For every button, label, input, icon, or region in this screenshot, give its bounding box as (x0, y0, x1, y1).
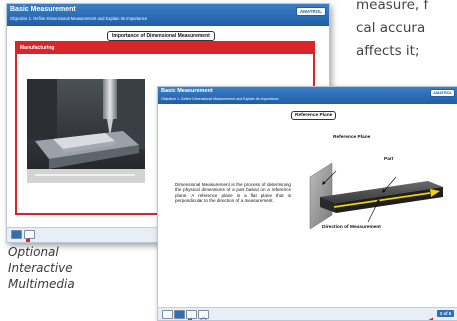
caption-line: Interactive (8, 260, 75, 276)
background-text-line: cal accura (356, 17, 428, 40)
machine-photo (27, 79, 145, 183)
amatrol-logo: AMATROL (430, 89, 455, 97)
reference-plane-diagram (298, 147, 457, 297)
reference-plane-label: Reference Plane (333, 135, 370, 140)
previous-page-button[interactable] (428, 310, 434, 316)
speaker-icon (187, 317, 196, 321)
caption-line: Optional (8, 244, 75, 260)
front-window: Basic Measurement Objective 1: Define Di… (157, 86, 457, 321)
part-label: Part (384, 157, 393, 162)
background-text: measure, f cal accura affects it; (356, 0, 428, 63)
back-window-header: Basic Measurement Objective 1: Define Di… (7, 4, 329, 26)
direction-label: Direction of Measurement (322, 225, 381, 230)
app-title: Basic Measurement (161, 88, 213, 94)
caption: Optional Interactive Multimedia (8, 244, 75, 292)
amatrol-logo: AMATROL (296, 7, 326, 16)
audio-button[interactable] (186, 310, 197, 319)
caption-line: Multimedia (8, 276, 75, 292)
panel-title: Manufacturing (17, 43, 313, 54)
objective-subtitle: Objective 1: Define Dimensional Measurem… (10, 16, 147, 21)
section-title: Importance of Dimensional Measurement (107, 31, 215, 41)
help-icon (199, 317, 208, 321)
menu-button[interactable] (11, 230, 22, 239)
speaker-icon (25, 237, 34, 243)
menu-button[interactable] (162, 310, 173, 319)
section-title: Reference Plane (291, 111, 336, 120)
objective-subtitle: Objective 1: Define Dimensional Measurem… (161, 97, 279, 101)
glossary-button[interactable] (174, 310, 185, 319)
background-text-line: measure, f (356, 0, 428, 17)
app-title: Basic Measurement (10, 6, 76, 13)
background-text-line: affects it; (356, 40, 428, 63)
page-indicator: 2 of 5 (437, 310, 454, 317)
audio-button[interactable] (24, 230, 35, 239)
front-window-header: Basic Measurement Objective 1: Define Di… (158, 87, 457, 104)
front-window-footer: 2 of 5 (158, 307, 457, 320)
help-button[interactable] (198, 310, 209, 319)
chevron-left-icon (428, 317, 434, 321)
definition-text: Dimensional Measurement is the process o… (175, 182, 291, 204)
